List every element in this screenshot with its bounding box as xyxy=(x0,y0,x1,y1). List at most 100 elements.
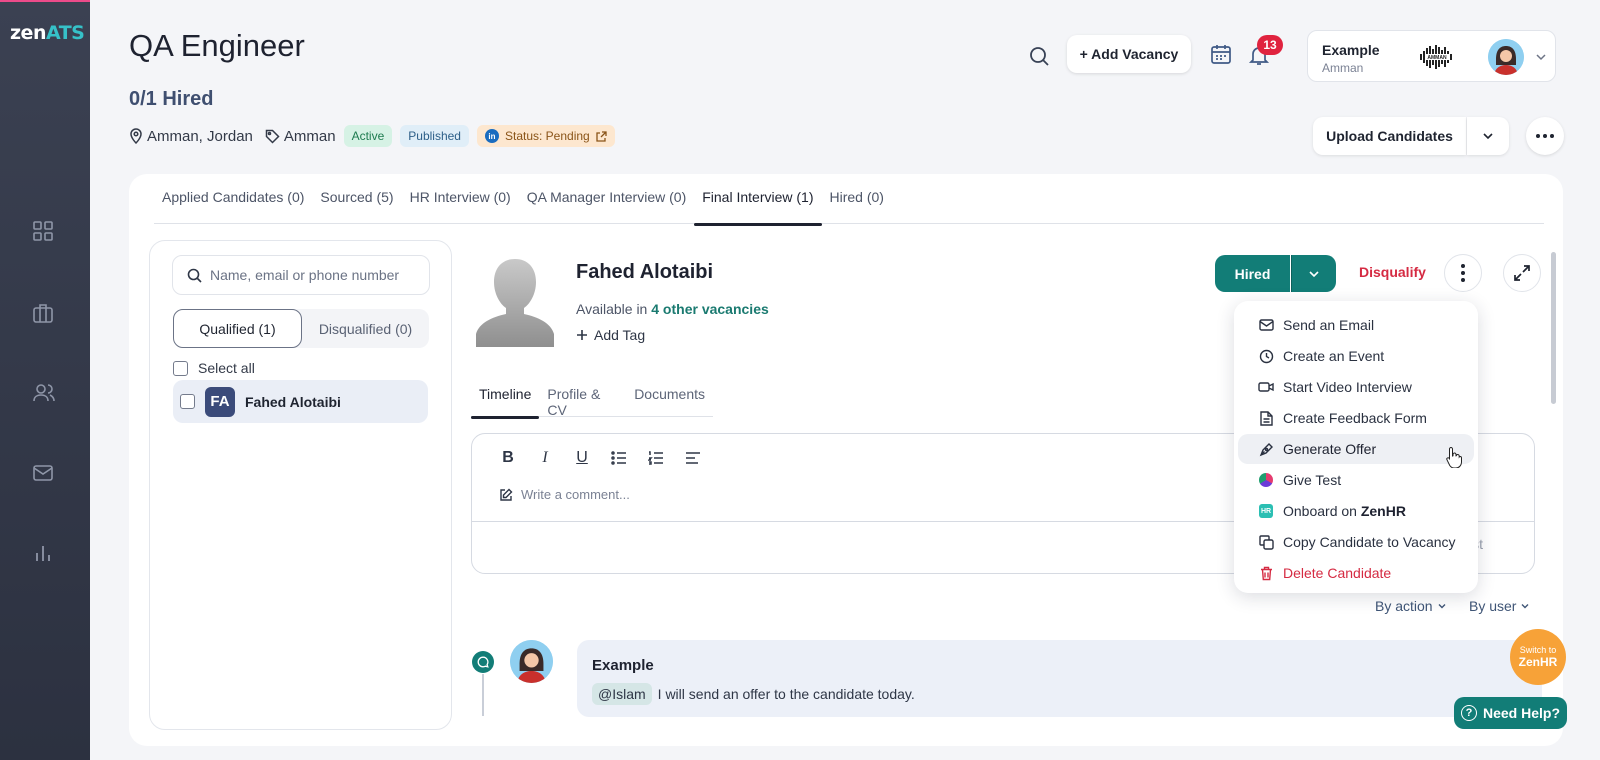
menu-item-generate-offer[interactable]: Generate Offer xyxy=(1238,434,1474,464)
svg-text:AMMAN: AMMAN xyxy=(1427,55,1447,61)
tab-qa-manager-interview[interactable]: QA Manager Interview (0) xyxy=(519,182,695,224)
move-stage-button[interactable]: Hired xyxy=(1215,255,1290,292)
menu-item-copy-to-vacancy[interactable]: Copy Candidate to Vacancy xyxy=(1238,527,1474,557)
add-tag-button[interactable]: Add Tag xyxy=(576,327,645,343)
tab-hired[interactable]: Hired (0) xyxy=(822,182,892,224)
switch-to-zenhr-button[interactable]: Switch to ZenHR xyxy=(1510,629,1566,685)
qualified-tab[interactable]: Qualified (1) xyxy=(173,309,302,348)
bold-button[interactable]: B xyxy=(499,449,517,467)
menu-item-delete-candidate[interactable]: Delete Candidate xyxy=(1238,558,1474,588)
menu-item-give-test[interactable]: Give Test xyxy=(1238,465,1474,495)
location-pin-icon xyxy=(130,128,142,144)
candidate-row-name: Fahed Alotaibi xyxy=(245,393,341,410)
select-all[interactable]: Select all xyxy=(173,360,255,376)
edit-icon xyxy=(500,488,513,501)
tab-hr-interview[interactable]: HR Interview (0) xyxy=(402,182,519,224)
select-all-checkbox[interactable] xyxy=(173,360,188,376)
candidate-search[interactable] xyxy=(172,255,430,295)
page-title: QA Engineer xyxy=(129,28,305,63)
disqualified-tab[interactable]: Disqualified (0) xyxy=(302,309,429,348)
status-badge-published: Published xyxy=(400,125,469,147)
timeline-connector xyxy=(482,674,484,716)
add-vacancy-button[interactable]: + Add Vacancy xyxy=(1067,35,1191,73)
zenats-logo[interactable]: zenATS xyxy=(10,22,85,44)
candidate-more-button[interactable] xyxy=(1444,254,1482,292)
candidate-name: Fahed Alotaibi xyxy=(576,261,714,283)
bar-chart-icon[interactable] xyxy=(32,542,58,568)
copy-icon xyxy=(1258,534,1274,550)
upload-options-dropdown[interactable] xyxy=(1467,117,1509,155)
stage-actions-dropdown[interactable] xyxy=(1291,255,1336,292)
avatar xyxy=(510,640,553,683)
company-name: Example xyxy=(1322,42,1380,58)
calendar-icon[interactable] xyxy=(1210,43,1234,67)
scrollbar[interactable] xyxy=(1551,252,1556,404)
users-icon[interactable] xyxy=(32,382,58,408)
search-icon[interactable] xyxy=(1028,45,1052,69)
mail-icon[interactable] xyxy=(32,462,58,488)
company-logo: AMMAN xyxy=(1418,41,1456,73)
video-icon xyxy=(1258,379,1274,395)
tag-icon xyxy=(265,129,280,144)
numbered-list-icon[interactable] xyxy=(647,449,665,467)
expand-button[interactable] xyxy=(1503,254,1541,292)
bullet-list-icon[interactable] xyxy=(610,449,628,467)
candidate-initials-avatar: FA xyxy=(205,386,235,417)
chevron-down-icon xyxy=(1309,270,1319,277)
upload-candidates-button[interactable]: Upload Candidates xyxy=(1313,117,1466,155)
chevron-down-icon xyxy=(1521,604,1529,609)
location: Amman, Jordan xyxy=(129,128,253,145)
need-help-button[interactable]: ? Need Help? xyxy=(1454,697,1567,729)
menu-item-onboard-zenhr[interactable]: HR Onboard on ZenHR xyxy=(1238,496,1474,526)
more-options-button[interactable] xyxy=(1526,117,1564,155)
align-left-icon[interactable] xyxy=(684,449,702,467)
disqualify-button[interactable]: Disqualify xyxy=(1359,264,1426,280)
underline-button[interactable]: U xyxy=(573,449,591,467)
tab-sourced[interactable]: Sourced (5) xyxy=(312,182,401,224)
italic-button[interactable]: I xyxy=(536,449,554,467)
linkedin-icon: in xyxy=(484,129,499,143)
menu-item-send-email[interactable]: Send an Email xyxy=(1238,310,1474,340)
zenhr-badge-icon: HR xyxy=(1258,503,1274,519)
menu-item-create-feedback-form[interactable]: Create Feedback Form xyxy=(1238,403,1474,433)
company-switcher[interactable]: Example Amman AMMAN xyxy=(1307,30,1556,82)
external-link-icon xyxy=(596,130,607,142)
menu-item-start-video-interview[interactable]: Start Video Interview xyxy=(1238,372,1474,402)
vacancy-tag: Amman xyxy=(265,128,336,145)
status-badge-pending[interactable]: in Status: Pending xyxy=(476,125,615,147)
stage-tabs: Applied Candidates (0) Sourced (5) HR In… xyxy=(154,182,1544,226)
menu-item-create-event[interactable]: Create an Event xyxy=(1238,341,1474,371)
expand-icon xyxy=(1514,265,1530,281)
other-vacancies-link[interactable]: 4 other vacancies xyxy=(651,301,769,317)
list-item[interactable]: FA Fahed Alotaibi xyxy=(173,380,428,423)
chevron-down-icon xyxy=(1438,604,1446,609)
trash-icon xyxy=(1258,565,1274,581)
availability: Available in 4 other vacancies xyxy=(576,301,769,317)
filter-by-user[interactable]: By user xyxy=(1469,598,1530,614)
tab-applied[interactable]: Applied Candidates (0) xyxy=(154,182,312,224)
comment-body: @Islam I will send an offer to the candi… xyxy=(592,683,915,705)
chevron-down-icon xyxy=(1483,133,1493,140)
tab-documents[interactable]: Documents xyxy=(626,377,713,417)
dashboard-grid-icon[interactable] xyxy=(32,220,58,246)
candidate-detail-tabs: Timeline Profile & CV Documents xyxy=(471,377,713,419)
search-icon xyxy=(187,268,202,283)
hand-cursor-icon xyxy=(1446,446,1462,468)
tab-profile-cv[interactable]: Profile & CV xyxy=(539,377,626,418)
test-logo-icon xyxy=(1258,472,1274,488)
comment-bubble-icon xyxy=(472,651,494,673)
mention-tag[interactable]: @Islam xyxy=(592,683,652,705)
candidate-checkbox[interactable] xyxy=(180,394,195,409)
briefcase-icon[interactable] xyxy=(32,302,58,328)
avatar[interactable] xyxy=(1488,39,1524,75)
notification-count-badge: 13 xyxy=(1257,35,1283,55)
status-badge-active: Active xyxy=(343,125,393,147)
filter-by-action[interactable]: By action xyxy=(1375,598,1447,614)
tab-timeline[interactable]: Timeline xyxy=(471,377,540,419)
comment-input[interactable]: Write a comment... xyxy=(499,487,630,502)
tab-final-interview[interactable]: Final Interview (1) xyxy=(694,182,822,226)
comment-author: Example xyxy=(592,657,654,674)
pen-nib-icon xyxy=(1258,441,1274,457)
candidate-actions-menu: Send an Email Create an Event Start Vide… xyxy=(1234,301,1478,593)
candidate-search-input[interactable] xyxy=(210,267,420,283)
